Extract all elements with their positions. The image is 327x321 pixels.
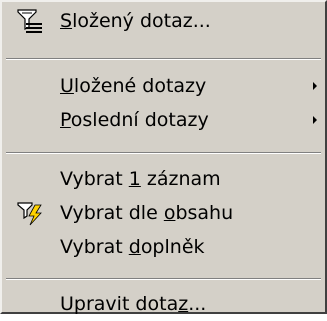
menu-item-label: Složený dotaz... bbox=[60, 10, 211, 32]
filter-query-icon bbox=[17, 9, 42, 33]
menu-item-saved-queries[interactable]: Uložené dotazy bbox=[2, 69, 325, 103]
menu-item-label: Uložené dotazy bbox=[60, 75, 207, 97]
menu-separator bbox=[6, 58, 321, 60]
menu-item-select-complement[interactable]: Vybrat doplněk bbox=[2, 230, 325, 264]
menu-item-label: Vybrat doplněk bbox=[60, 236, 205, 258]
menu-item-select-by-content[interactable]: Vybrat dle obsahu bbox=[2, 196, 325, 230]
submenu-arrow-icon bbox=[313, 116, 317, 124]
menu-separator bbox=[6, 152, 321, 154]
menu-item-label: Vybrat dle obsahu bbox=[60, 202, 234, 224]
menu-item-select-one-record[interactable]: Vybrat 1 záznam bbox=[2, 162, 325, 196]
filter-by-selection-icon bbox=[17, 202, 42, 226]
context-menu: Složený dotaz... Uložené dotazy Poslední… bbox=[0, 0, 327, 315]
menu-item-compound-query[interactable]: Složený dotaz... bbox=[2, 4, 325, 38]
menu-item-label: Vybrat 1 záznam bbox=[60, 168, 221, 190]
submenu-arrow-icon bbox=[313, 82, 317, 90]
menu-item-label: Poslední dotazy bbox=[60, 109, 209, 131]
menu-separator bbox=[6, 278, 321, 280]
menu-item-edit-query[interactable]: Upravit dotaz... bbox=[2, 287, 325, 321]
menu-item-recent-queries[interactable]: Poslední dotazy bbox=[2, 103, 325, 137]
menu-item-label: Upravit dotaz... bbox=[60, 293, 207, 315]
